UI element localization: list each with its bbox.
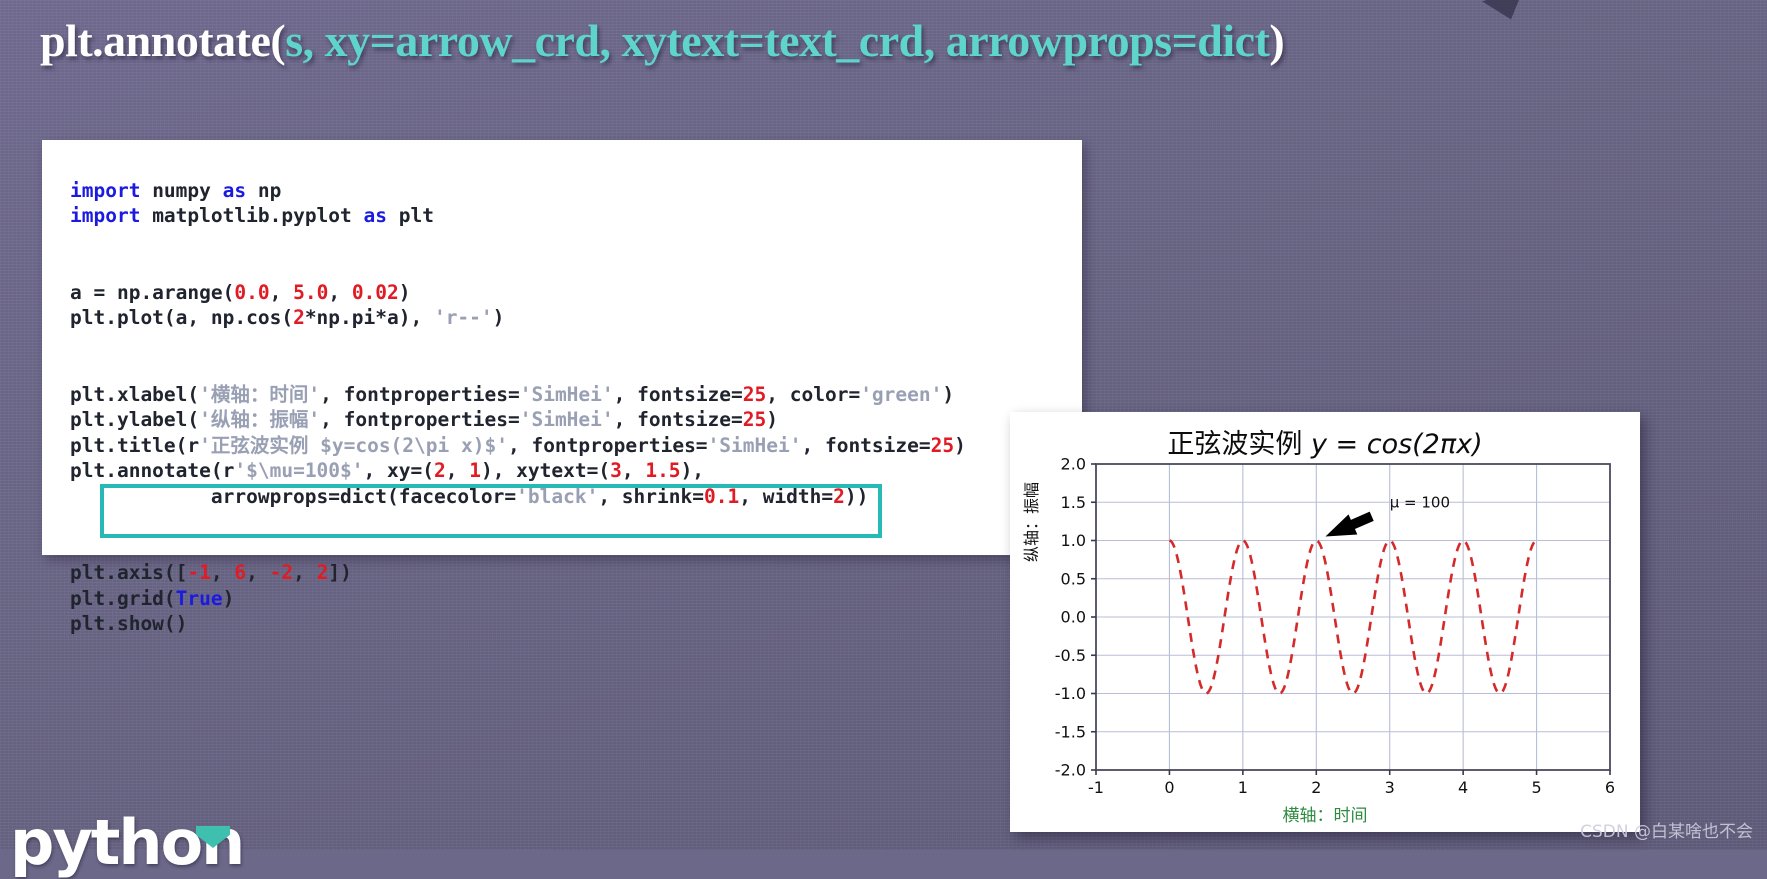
svg-text:2: 2: [1311, 778, 1321, 797]
watermark: CSDN @白某啥也不会: [1580, 822, 1753, 842]
svg-text:-0.5: -0.5: [1055, 646, 1086, 665]
svg-text:4: 4: [1458, 778, 1468, 797]
code-card: import numpy as np import matplotlib.pyp…: [42, 140, 1082, 635]
page-title-prefix: plt.annotate(: [40, 15, 286, 66]
svg-text:1.5: 1.5: [1061, 493, 1086, 512]
svg-text:-2.0: -2.0: [1055, 761, 1086, 780]
svg-text:1.0: 1.0: [1061, 531, 1086, 550]
chart-plot-area: -1 0 1 2 3 4 5 6 2.0 1.5 1.0 0.5 0.0 -0.5 -1.0 -1.5 -2.0…: [1055, 455, 1615, 798]
code-block: import numpy as np import matplotlib.pyp…: [70, 178, 966, 636]
svg-text:3: 3: [1385, 778, 1395, 797]
svg-text:-1.5: -1.5: [1055, 722, 1086, 741]
svg-text:0.0: 0.0: [1061, 608, 1086, 627]
page-title-params: s, xy=arrow_crd, xytext=text_crd, arrowp…: [285, 15, 1270, 66]
svg-text:0: 0: [1164, 778, 1174, 797]
svg-text:6: 6: [1605, 778, 1615, 797]
svg-text:-1: -1: [1088, 778, 1104, 797]
svg-text:1: 1: [1238, 778, 1248, 797]
svg-text:5: 5: [1531, 778, 1541, 797]
svg-text:-1.0: -1.0: [1055, 684, 1086, 703]
page-title-suffix: ): [1269, 15, 1285, 66]
svg-text:0.5: 0.5: [1061, 569, 1086, 588]
page-title: plt.annotate(s, xy=arrow_crd, xytext=tex…: [40, 14, 1285, 67]
svg-text:μ = 100: μ = 100: [1390, 493, 1450, 511]
svg-text:2.0: 2.0: [1061, 455, 1086, 474]
plot-card: 正弦波实例 y = cos(2πx) 纵轴：振幅 横轴：时间 -1 0 1 2 3 4 5 6…: [1010, 412, 1640, 832]
